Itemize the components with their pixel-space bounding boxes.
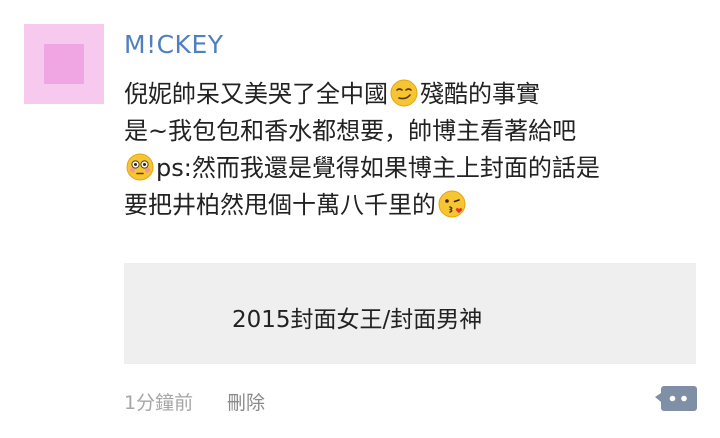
avatar[interactable] — [24, 24, 104, 104]
avatar-pixel — [64, 44, 84, 64]
comment-text: 是~我包包和香水都想要，帥博主看著給吧 — [124, 117, 577, 145]
timestamp: 1分鐘前 — [124, 392, 194, 414]
comment-text: 倪妮帥呆又美哭了全中國 — [124, 80, 388, 108]
quote-card[interactable]: 2015封面女王/封面男神 — [124, 263, 696, 364]
delete-button[interactable]: 刪除 — [227, 388, 265, 415]
comment-body: 倪妮帥呆又美哭了全中國 殘酷的事實 是~我包包和香水都想要，帥博主看著給吧 ps:… — [124, 76, 709, 224]
comment-text: ps:然而我還是覺得如果博主上封面的話是 — [156, 154, 600, 182]
smirk-emoji-icon — [390, 79, 418, 107]
avatar-pixel — [64, 64, 84, 84]
reply-icon[interactable] — [654, 380, 698, 418]
quote-card-text: 2015封面女王/封面男神 — [232, 307, 483, 333]
comment-text: 殘酷的事實 — [420, 80, 540, 108]
avatar-pixel — [44, 44, 64, 64]
username[interactable]: M!CKEY — [124, 30, 224, 59]
kiss-emoji-icon — [438, 190, 466, 218]
comment-text: 要把井柏然甩個十萬八千里的 — [124, 191, 436, 219]
avatar-pixel — [44, 64, 64, 84]
flushed-emoji-icon — [126, 153, 154, 181]
